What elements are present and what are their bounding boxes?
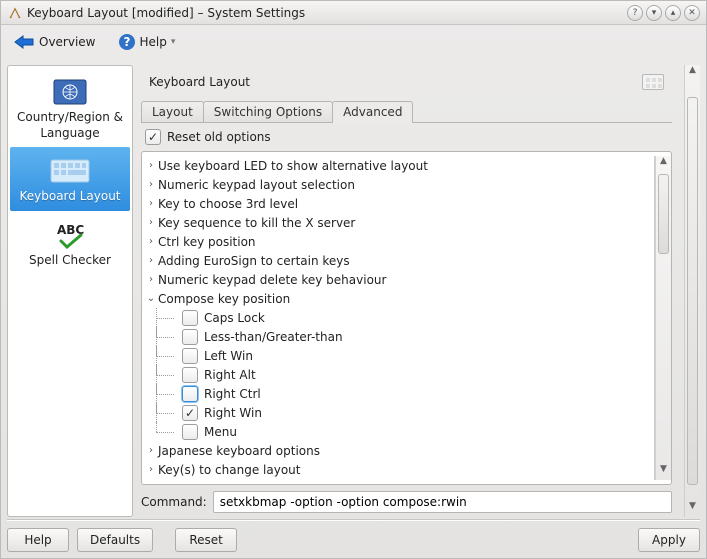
collapse-handle[interactable]: ⌄ (144, 293, 158, 304)
opt-leftwin-checkbox[interactable] (182, 348, 198, 364)
expand-handle[interactable]: › (144, 160, 158, 171)
expand-handle[interactable]: › (144, 464, 158, 475)
sidebar-item-locale[interactable]: Country/Region & Language (10, 68, 130, 147)
window-title: Keyboard Layout [modified] – System Sett… (27, 6, 627, 20)
opt-menu-checkbox[interactable] (182, 424, 198, 440)
defaults-button[interactable]: Defaults (77, 528, 153, 552)
chevron-down-icon: ▾ (171, 37, 176, 47)
opt-rightwin-checkbox[interactable] (182, 405, 198, 421)
sidebar-label-keyboard-layout: Keyboard Layout (19, 189, 120, 203)
sidebar: Country/Region & Language Keyboard Layou… (7, 65, 133, 517)
svg-text:?: ? (123, 35, 130, 49)
page-scrollbar[interactable]: ▲ ▼ (684, 65, 700, 517)
expand-handle[interactable]: › (144, 255, 158, 266)
opt-rightctrl-checkbox[interactable] (182, 386, 198, 402)
tabs: Layout Switching Options Advanced (141, 99, 672, 123)
command-label: Command: (141, 495, 207, 509)
opt-ltgt-checkbox[interactable] (182, 329, 198, 345)
expand-handle[interactable]: › (144, 274, 158, 285)
opt-rightalt-checkbox[interactable] (182, 367, 198, 383)
settings-app-icon (7, 5, 23, 21)
tab-switching[interactable]: Switching Options (203, 101, 333, 122)
opt-capslock-checkbox[interactable] (182, 310, 198, 326)
expand-handle[interactable]: › (144, 179, 158, 190)
reset-old-checkbox[interactable] (145, 129, 161, 145)
help-button-footer[interactable]: Help (7, 528, 69, 552)
apply-button[interactable]: Apply (638, 528, 700, 552)
expand-handle[interactable]: › (144, 198, 158, 209)
maximize-button[interactable]: ▴ (665, 5, 681, 21)
reset-old-label: Reset old options (167, 130, 271, 144)
overview-label: Overview (39, 35, 96, 49)
command-input[interactable] (213, 491, 672, 513)
close-button[interactable]: ✕ (684, 5, 700, 21)
layout-thumb-icon (642, 74, 664, 90)
sidebar-label-locale: Country/Region & Language (17, 110, 123, 140)
reset-button[interactable]: Reset (175, 528, 237, 552)
options-tree: ›Use keyboard LED to show alternative la… (144, 156, 655, 480)
tab-advanced[interactable]: Advanced (332, 101, 413, 123)
tree-scrollbar[interactable]: ▲▼ (655, 156, 671, 480)
overview-button[interactable]: Overview (9, 32, 100, 52)
help-menu[interactable]: ? Help ▾ (114, 31, 180, 53)
tab-layout[interactable]: Layout (141, 101, 204, 122)
expand-handle[interactable]: › (144, 217, 158, 228)
minimize-button[interactable]: ▾ (646, 5, 662, 21)
expand-handle[interactable]: › (144, 445, 158, 456)
expand-handle[interactable]: › (144, 236, 158, 247)
sidebar-item-keyboard-layout[interactable]: Keyboard Layout (10, 147, 130, 211)
help-button[interactable]: ? (627, 5, 643, 21)
page-title: Keyboard Layout (149, 75, 642, 89)
sidebar-label-spellcheck: Spell Checker (29, 253, 111, 267)
sidebar-item-spellcheck[interactable]: ABC Spell Checker (10, 211, 130, 275)
help-label: Help (140, 35, 167, 49)
